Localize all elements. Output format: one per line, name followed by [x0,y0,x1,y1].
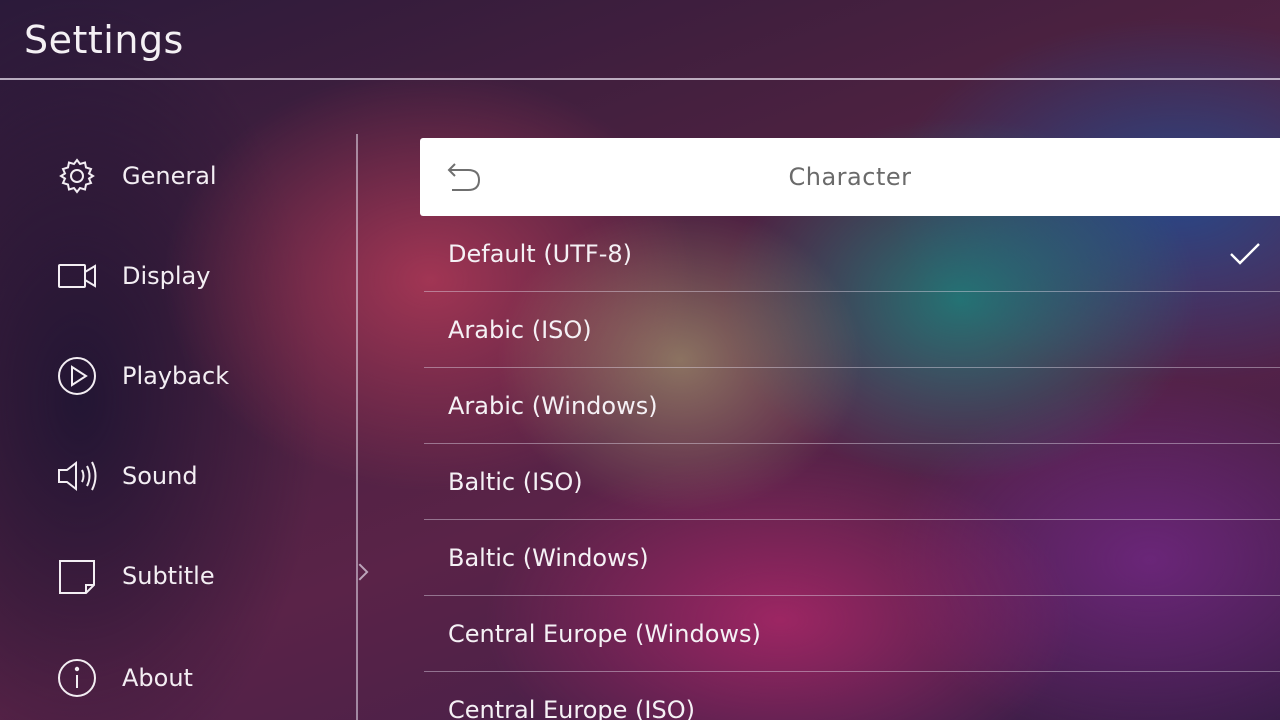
subtitle-icon [56,555,98,597]
list-item[interactable]: Central Europe (Windows) [424,596,1280,672]
panel-header: Character [420,138,1280,216]
sidebar-item-label: About [122,664,193,692]
speaker-icon [56,455,98,497]
option-label: Baltic (Windows) [448,544,649,572]
option-label: Arabic (Windows) [448,392,658,420]
sidebar-item-playback[interactable]: Playback [56,354,229,398]
option-label: Arabic (ISO) [448,316,592,344]
back-arrow-icon[interactable] [446,160,482,194]
sidebar-item-label: Display [122,262,211,290]
list-item[interactable]: Central Europe (ISO) [424,672,1280,720]
sidebar: General Display Playback Sound Subtitle … [0,130,356,720]
sidebar-item-general[interactable]: General [56,154,217,198]
sidebar-item-label: Subtitle [122,562,215,590]
play-circle-icon [56,355,98,397]
option-label: Central Europe (ISO) [448,696,695,720]
camera-icon [56,255,98,297]
option-label: Baltic (ISO) [448,468,583,496]
sidebar-item-label: Sound [122,462,198,490]
list-item[interactable]: Arabic (Windows) [424,368,1280,444]
sidebar-item-about[interactable]: About [56,656,193,700]
sidebar-item-subtitle[interactable]: Subtitle [56,554,215,598]
list-item[interactable]: Baltic (Windows) [424,520,1280,596]
panel-title: Character [788,163,912,191]
sidebar-item-label: General [122,162,217,190]
sidebar-item-label: Playback [122,362,230,390]
sidebar-item-display[interactable]: Display [56,254,210,298]
list-item[interactable]: Arabic (ISO) [424,292,1280,368]
option-label: Central Europe (Windows) [448,620,761,648]
list-item[interactable]: Default (UTF-8) [424,216,1280,292]
list-item[interactable]: Baltic (ISO) [424,444,1280,520]
page-title: Settings [24,18,184,62]
checkmark-icon [1228,240,1262,268]
sidebar-item-sound[interactable]: Sound [56,454,198,498]
option-label: Default (UTF-8) [448,240,633,268]
sidebar-divider [356,134,358,720]
character-option-list: Default (UTF-8) Arabic (ISO) Arabic (Win… [424,216,1280,720]
header-bar: Settings [0,0,1280,80]
character-panel: Character Default (UTF-8) Arabic (ISO) A… [420,138,1280,720]
gear-icon [56,155,98,197]
info-icon [56,657,98,699]
